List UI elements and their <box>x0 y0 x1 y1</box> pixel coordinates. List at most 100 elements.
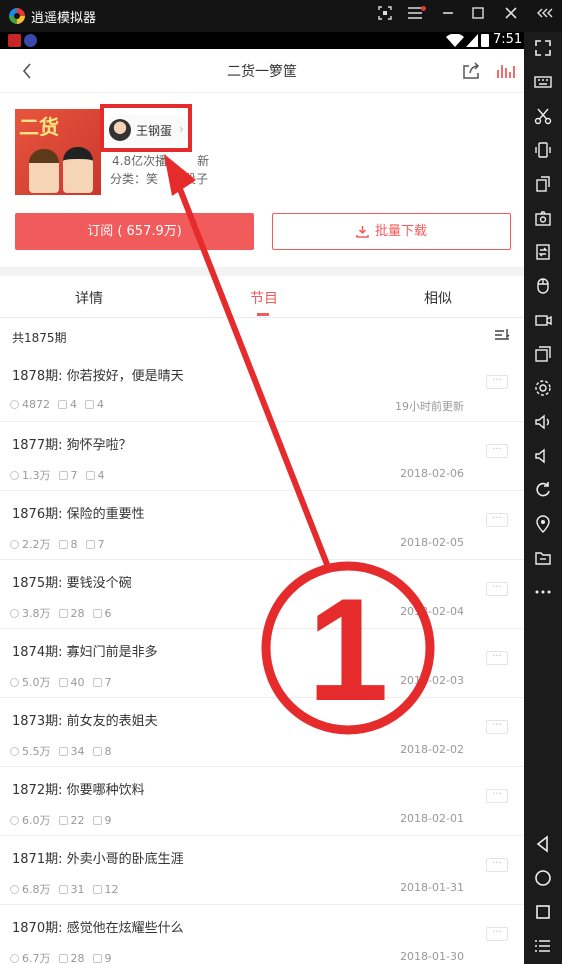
more-options-icon[interactable]: ··· <box>486 651 508 665</box>
more-options-icon[interactable]: ··· <box>486 444 508 458</box>
nav-recents-icon[interactable] <box>533 902 553 922</box>
episode-count: 共1875期 <box>12 331 67 345</box>
record-video-icon[interactable] <box>533 310 553 330</box>
episode-row[interactable]: 1873期: 前女友的表姐夫 5.5万 34 8 2018-02-02 ··· <box>0 698 524 767</box>
episode-likes: 28 <box>58 952 85 964</box>
episode-likes: 8 <box>58 538 78 551</box>
episode-likes: 22 <box>58 814 85 827</box>
episode-plays-value: 5.5万 <box>22 745 51 758</box>
tab-details[interactable]: 详情 <box>75 288 103 308</box>
app-screen: 二货一箩筐 二货 王钢蛋 › 4.8亿次播新 分类：笑 段子 订阅 ( 657.9… <box>0 49 524 964</box>
volume-down-icon[interactable] <box>533 446 553 466</box>
episode-likes-value: 28 <box>70 607 85 620</box>
top-bar: 二货一箩筐 <box>0 49 524 93</box>
like-icon <box>58 816 68 825</box>
comment-icon <box>92 954 102 963</box>
episode-comments: 9 <box>92 814 112 827</box>
episode-row[interactable]: 1871期: 外卖小哥的卧底生涯 6.8万 31 12 2018-01-31 ··· <box>0 836 524 905</box>
episode-meta: 3.8万 28 6 <box>10 605 120 621</box>
volume-up-icon[interactable] <box>533 412 553 432</box>
episode-comments: 7 <box>85 538 105 551</box>
more-options-icon[interactable]: ··· <box>486 720 508 734</box>
episode-plays: 4872 <box>10 398 50 411</box>
episode-comments-value: 8 <box>104 745 112 758</box>
episode-meta: 5.5万 34 8 <box>10 743 120 759</box>
nav-menu-icon[interactable] <box>533 936 553 956</box>
like-icon <box>58 747 68 756</box>
episode-title: 1872期: 你要哪种饮料 <box>12 783 145 798</box>
play-count-value: 4.8亿次播 <box>112 154 168 168</box>
episode-row[interactable]: 1874期: 寡妇门前是非多 5.0万 40 7 2018-02-03 ··· <box>0 629 524 698</box>
keyboard-icon[interactable] <box>533 72 553 92</box>
episode-row[interactable]: 1877期: 狗怀孕啦？ 1.3万 7 4 2018-02-06 ··· <box>0 422 524 491</box>
comment-icon <box>92 609 102 618</box>
reboot-icon[interactable] <box>533 480 553 500</box>
episode-likes-value: 8 <box>70 538 78 551</box>
episode-row[interactable]: 1876期: 保险的重要性 2.2万 8 7 2018-02-05 ··· <box>0 491 524 560</box>
tab-episodes[interactable]: 节目 <box>250 288 278 308</box>
playing-bars-icon[interactable] <box>496 61 516 81</box>
app-notification-icon <box>8 34 21 47</box>
play-count-icon <box>10 400 19 409</box>
batch-download-button[interactable]: 批量下载 <box>272 213 511 250</box>
more-options-icon[interactable]: ··· <box>486 789 508 803</box>
collapse-sidebar-icon[interactable] <box>535 6 555 26</box>
episode-date: 2018-01-31 <box>400 881 464 894</box>
mouse-icon[interactable] <box>533 276 553 296</box>
episode-date: 2018-02-01 <box>400 812 464 825</box>
episode-plays-value: 1.3万 <box>22 469 51 482</box>
more-options-icon[interactable]: ··· <box>486 513 508 527</box>
nav-home-icon[interactable] <box>533 868 553 888</box>
more-options-icon[interactable]: ··· <box>486 927 508 941</box>
episode-comments-value: 12 <box>104 883 119 896</box>
episode-row[interactable]: 1878期: 你若按好，便是晴天 4872 4 4 19小时前更新 ··· <box>0 353 524 422</box>
tab-similar[interactable]: 相似 <box>424 288 452 308</box>
rotate-screen-icon[interactable] <box>533 174 553 194</box>
comment-icon <box>92 678 102 687</box>
close-icon[interactable] <box>501 6 521 26</box>
episode-title: 1877期: 狗怀孕啦？ <box>12 438 132 453</box>
share-icon[interactable] <box>461 61 481 81</box>
episode-meta: 4872 4 4 <box>10 398 112 411</box>
more-icon[interactable] <box>533 582 553 602</box>
play-count-icon <box>10 816 19 825</box>
shared-folder-icon[interactable] <box>533 548 553 568</box>
keyboard-mapping-icon[interactable] <box>375 6 395 26</box>
comment-icon <box>85 540 95 549</box>
subscribe-button[interactable]: 订阅 ( 657.9万) <box>15 213 254 250</box>
episode-likes: 7 <box>58 469 78 482</box>
episode-row[interactable]: 1870期: 感觉他在炫耀些什么 6.7万 28 9 2018-01-30 ··· <box>0 905 524 964</box>
episode-comments: 6 <box>92 607 112 620</box>
album-cover-image: 二货 <box>15 109 101 195</box>
more-options-icon[interactable]: ··· <box>486 375 508 389</box>
sync-operation-icon[interactable] <box>533 242 553 262</box>
screenshot-icon[interactable] <box>533 208 553 228</box>
nav-back-icon[interactable] <box>533 834 553 854</box>
comment-icon <box>92 747 102 756</box>
play-count-icon <box>10 885 19 894</box>
episode-plays-value: 3.8万 <box>22 607 51 620</box>
episode-plays: 5.0万 <box>10 676 51 689</box>
fullscreen-icon[interactable] <box>533 38 553 58</box>
like-icon <box>58 885 68 894</box>
scissors-icon[interactable] <box>533 106 553 126</box>
maximize-icon[interactable] <box>468 6 488 26</box>
episode-title: 1876期: 保险的重要性 <box>12 507 145 522</box>
episode-likes: 4 <box>58 398 77 411</box>
location-icon[interactable] <box>533 514 553 534</box>
sort-icon[interactable] <box>494 327 510 343</box>
batch-download-label: 批量下载 <box>374 224 427 239</box>
more-options-icon[interactable]: ··· <box>486 582 508 596</box>
episode-row[interactable]: 1872期: 你要哪种饮料 6.0万 22 9 2018-02-01 ··· <box>0 767 524 836</box>
shake-icon[interactable] <box>533 140 553 160</box>
settings-icon[interactable] <box>533 378 553 398</box>
multi-window-icon[interactable] <box>533 344 553 364</box>
signal-icon <box>466 34 478 47</box>
status-time: 7:51 <box>493 32 523 47</box>
more-options-icon[interactable]: ··· <box>486 858 508 872</box>
minimize-icon[interactable] <box>438 6 458 26</box>
episode-likes-value: 40 <box>70 676 85 689</box>
active-tab-indicator <box>257 313 269 316</box>
episode-row[interactable]: 1875期: 要钱没个碗 3.8万 28 6 2018-02-04 ··· <box>0 560 524 629</box>
play-count-icon <box>10 471 19 480</box>
